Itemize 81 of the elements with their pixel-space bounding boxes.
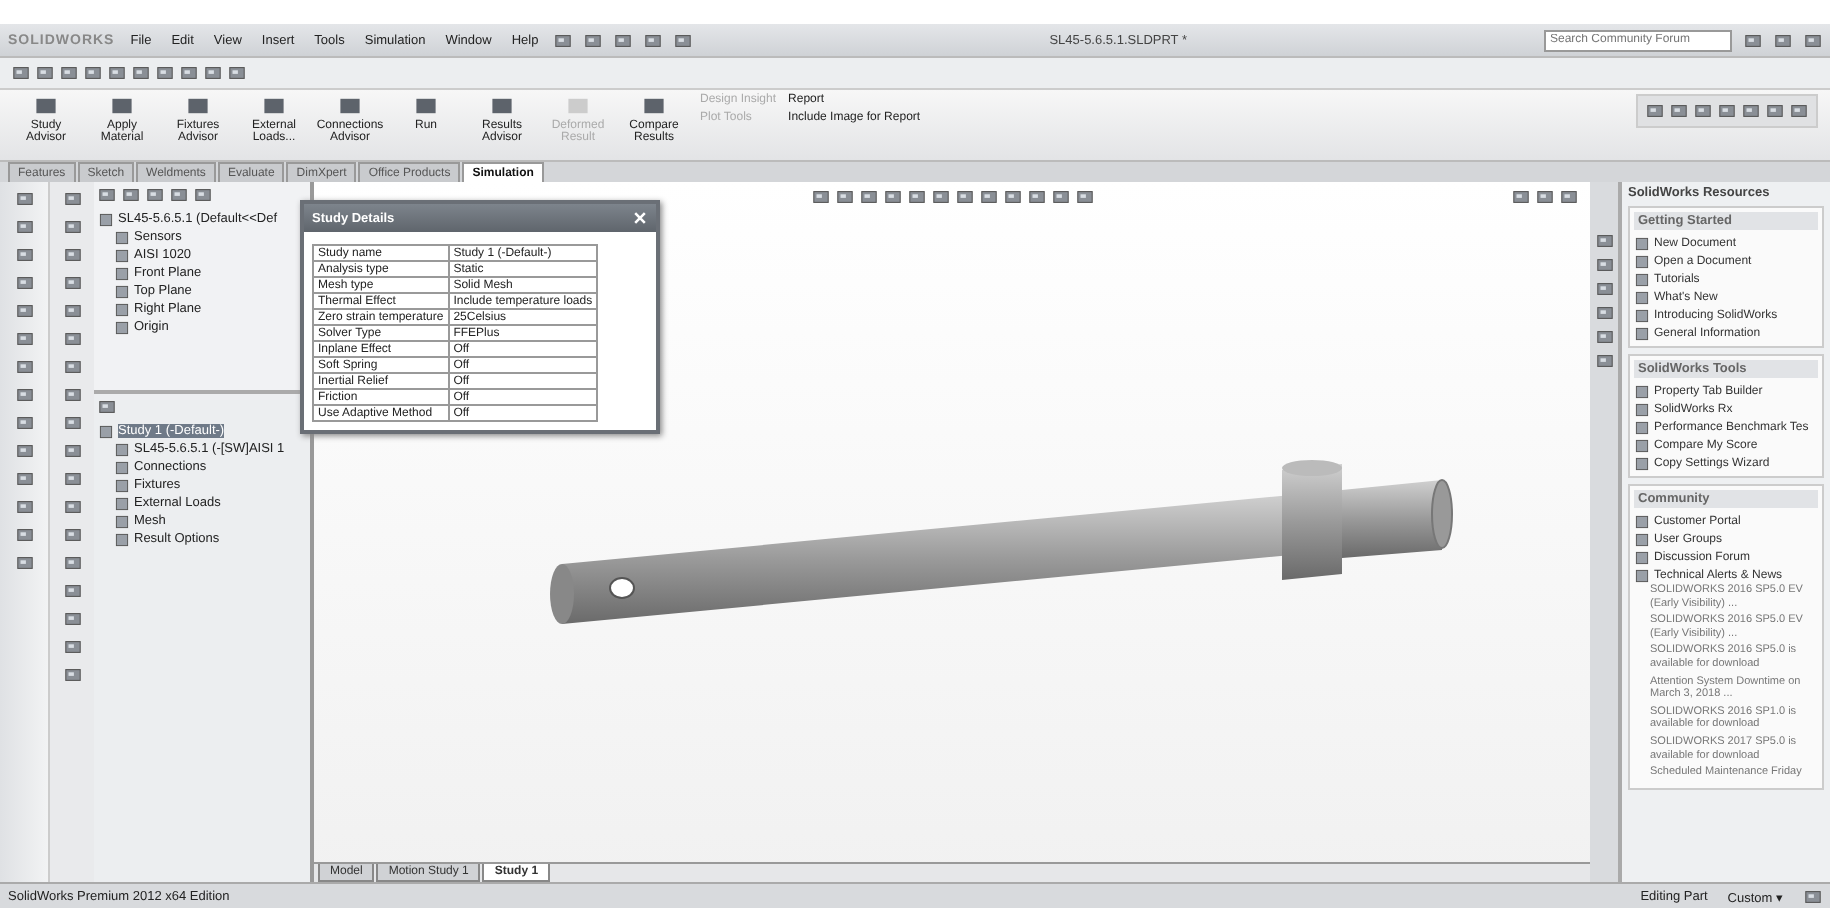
toolbar-icon[interactable] [1670,102,1688,120]
toolbar-icon[interactable] [132,64,150,82]
tool-icon[interactable] [15,442,33,460]
tool-icon[interactable] [63,358,81,376]
tree-tab-icon[interactable] [146,186,164,204]
task-pane-tab-icon[interactable] [1595,328,1613,346]
tool-icon[interactable] [15,274,33,292]
tool-icon[interactable] [63,246,81,264]
tool-icon [110,94,134,118]
tool-icon[interactable] [15,498,33,516]
view-tool-icon[interactable] [835,188,853,206]
tool-icon[interactable] [15,190,33,208]
tool-icon[interactable] [63,498,81,516]
toolbar-icon[interactable] [1646,102,1664,120]
toolbar-icon[interactable] [1742,102,1760,120]
tree-tab-icon[interactable] [170,186,188,204]
tool-icon[interactable] [63,610,81,628]
tool-icon[interactable] [63,414,81,432]
tool-icon[interactable] [63,526,81,544]
tool-icon[interactable] [63,330,81,348]
tool-icon [566,94,590,118]
tool-icon [642,94,666,118]
task-pane-tab-icon[interactable] [1595,352,1613,370]
tree-tab-icon[interactable] [194,186,212,204]
task-pane-tab-icon[interactable] [1595,256,1613,274]
tool-icon[interactable] [63,470,81,488]
task-pane-tab-icon[interactable] [1595,304,1613,322]
tool-icon[interactable] [63,442,81,460]
toolbar-icon[interactable] [156,64,174,82]
tool-icon [338,94,362,118]
tool-icon[interactable] [63,666,81,684]
tool-icon[interactable] [15,554,33,572]
tree-tab-icon[interactable] [122,186,140,204]
tool-icon[interactable] [15,470,33,488]
view-tool-icon[interactable] [883,188,901,206]
toolbar-icon[interactable] [180,64,198,82]
tool-icon[interactable] [15,358,33,376]
tool-icon[interactable] [15,526,33,544]
tool-icon[interactable] [63,218,81,236]
toolbar-icon[interactable] [1766,102,1784,120]
tool-icon[interactable] [15,386,33,404]
toolbar-icon[interactable] [1694,102,1712,120]
view-tool-icon[interactable] [1027,188,1045,206]
tool-icon[interactable] [15,302,33,320]
tool-icon [262,94,286,118]
toolbar-icon[interactable] [60,64,78,82]
toolbar-icon[interactable] [1790,102,1808,120]
view-tool-icon[interactable] [907,188,925,206]
toolbar-icon[interactable] [228,64,246,82]
tool-icon[interactable] [15,246,33,264]
tool-icon[interactable] [63,386,81,404]
tool-icon[interactable] [63,274,81,292]
view-tool-icon[interactable] [1051,188,1069,206]
toolbar-icon[interactable] [36,64,54,82]
tool-icon[interactable] [63,554,81,572]
tool-icon [414,94,438,118]
view-tool-icon[interactable] [931,188,949,206]
tool-icon [490,94,514,118]
toolbar-icon[interactable] [204,64,222,82]
tool-icon[interactable] [63,582,81,600]
tree-tab-icon[interactable] [98,186,116,204]
view-tool-icon[interactable] [955,188,973,206]
toolbar-icon[interactable] [12,64,30,82]
tool-icon [34,94,58,118]
tool-icon[interactable] [63,638,81,656]
task-pane-tab-icon[interactable] [1595,232,1613,250]
view-tool-icon[interactable] [811,188,829,206]
view-tool-icon[interactable] [859,188,877,206]
tool-icon[interactable] [63,190,81,208]
view-tool-icon[interactable] [1003,188,1021,206]
tool-icon[interactable] [63,302,81,320]
view-tool-icon[interactable] [1075,188,1093,206]
toolbar-icon[interactable] [108,64,126,82]
task-pane-tab-icon[interactable] [1595,280,1613,298]
tool-icon [186,94,210,118]
view-tool-icon[interactable] [979,188,997,206]
toolbar-icon[interactable] [1718,102,1736,120]
toolbar-icon[interactable] [84,64,102,82]
tool-icon[interactable] [15,414,33,432]
tool-icon[interactable] [15,218,33,236]
tool-icon[interactable] [15,330,33,348]
